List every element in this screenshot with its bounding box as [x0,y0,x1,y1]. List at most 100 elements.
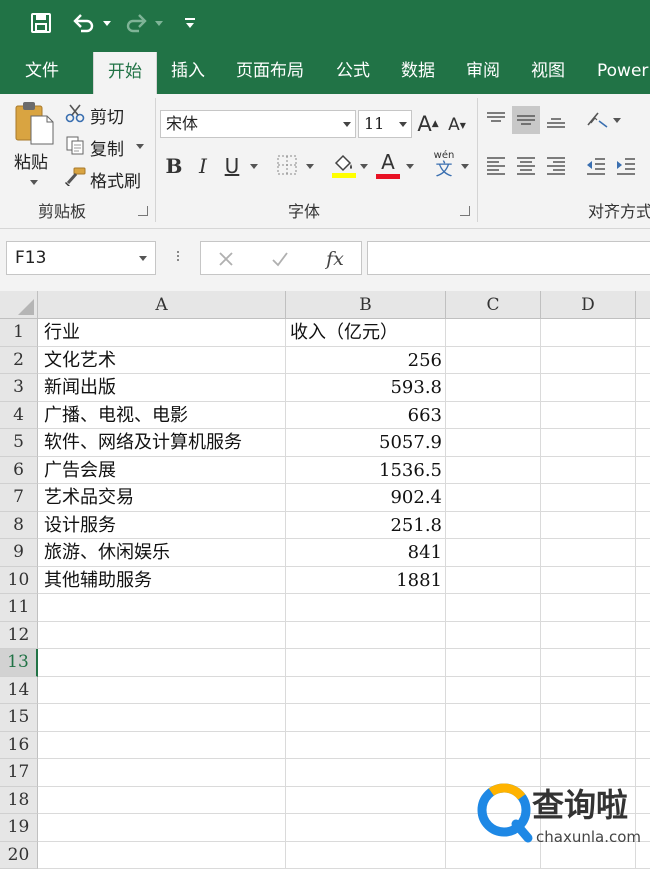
phonetic-guide-icon[interactable]: wén 文 [430,148,458,180]
format-painter-button[interactable]: 格式刷 [90,167,141,192]
middle-align-icon[interactable] [512,106,540,134]
cell-a[interactable]: 广播、电视、电影 [44,402,284,430]
increase-indent-icon[interactable] [614,154,638,178]
copy-dropdown-icon[interactable] [136,144,144,149]
save-icon[interactable] [28,10,54,36]
font-color-icon[interactable]: A [374,150,402,180]
cell-b[interactable]: 256 [286,347,442,375]
row-header[interactable]: 11 [0,594,38,622]
cell-b[interactable]: 841 [286,539,442,567]
copy-button[interactable]: 复制 [90,135,124,160]
align-right-icon[interactable] [544,154,568,178]
italic-button[interactable]: I [194,152,212,180]
tab-file[interactable]: 文件 [25,48,59,94]
column-header-a[interactable]: A [38,291,286,319]
format-painter-icon[interactable] [64,166,86,188]
copy-icon[interactable] [64,134,86,156]
align-center-icon[interactable] [514,154,538,178]
font-launcher-icon[interactable] [460,206,470,216]
scissors-icon[interactable] [64,102,86,124]
row-header[interactable]: 16 [0,732,38,760]
column-header-c[interactable]: C [446,291,541,319]
tab-page-layout[interactable]: 页面布局 [236,48,304,94]
column-header-d[interactable]: D [541,291,636,319]
formula-input[interactable] [367,241,650,275]
column-header-e[interactable] [636,291,650,319]
cancel-icon[interactable] [215,248,237,270]
borders-icon[interactable] [276,154,298,176]
row-header[interactable]: 14 [0,677,38,705]
bold-button[interactable]: B [164,152,184,180]
borders-dropdown-icon[interactable] [306,164,314,169]
cell-a[interactable]: 广告会展 [44,457,284,485]
row-header[interactable]: 17 [0,759,38,787]
cell-b[interactable]: 902.4 [286,484,442,512]
undo-icon[interactable] [70,10,98,36]
cell-a[interactable]: 文化艺术 [44,347,284,375]
row-header[interactable]: 8 [0,512,38,540]
font-color-dropdown-icon[interactable] [406,164,414,169]
row-header[interactable]: 5 [0,429,38,457]
tab-view[interactable]: 视图 [531,48,565,94]
clipboard-launcher-icon[interactable] [138,206,148,216]
cell-a[interactable]: 软件、网络及计算机服务 [44,429,284,457]
font-size-select[interactable]: 11 [358,110,412,138]
row-header[interactable]: 15 [0,704,38,732]
orientation-icon[interactable] [584,108,610,132]
grow-font-icon[interactable]: A▲ [416,110,440,138]
underline-dropdown-icon[interactable] [250,164,258,169]
drag-handle-icon[interactable] [176,249,180,269]
cell-b[interactable]: 663 [286,402,442,430]
cell-a[interactable]: 艺术品交易 [44,484,284,512]
insert-function-icon[interactable]: fx [323,246,347,272]
cell-a[interactable]: 其他辅助服务 [44,567,284,595]
cell-b[interactable]: 5057.9 [286,429,442,457]
column-header-b[interactable]: B [286,291,446,319]
cell-a[interactable]: 设计服务 [44,512,284,540]
row-header[interactable]: 2 [0,347,38,375]
row-header[interactable]: 12 [0,622,38,650]
row-header[interactable]: 20 [0,842,38,869]
cell-a[interactable]: 行业 [44,319,284,347]
paste-icon[interactable] [12,100,58,146]
cut-button[interactable]: 剪切 [90,103,124,128]
redo-dropdown-icon[interactable] [152,10,166,36]
bottom-align-icon[interactable] [544,108,568,132]
align-left-icon[interactable] [484,154,508,178]
cell-a[interactable]: 旅游、休闲娱乐 [44,539,284,567]
row-header[interactable]: 7 [0,484,38,512]
orientation-dropdown-icon[interactable] [613,118,621,123]
font-name-select[interactable]: 宋体 [160,110,356,138]
enter-icon[interactable] [269,248,291,270]
top-align-icon[interactable] [484,108,508,132]
tab-data[interactable]: 数据 [401,48,435,94]
row-header[interactable]: 19 [0,814,38,842]
row-header[interactable]: 9 [0,539,38,567]
paste-button[interactable]: 粘贴 [14,148,48,173]
row-header[interactable]: 13 [0,649,38,677]
cell-b[interactable]: 593.8 [286,374,442,402]
shrink-font-icon[interactable]: A▼ [446,112,468,138]
tab-review[interactable]: 审阅 [466,48,500,94]
cell-b[interactable]: 251.8 [286,512,442,540]
tab-power[interactable]: Power [597,48,648,94]
undo-dropdown-icon[interactable] [100,10,114,36]
row-header[interactable]: 1 [0,319,38,347]
fill-color-dropdown-icon[interactable] [360,164,368,169]
cell-b[interactable]: 收入（亿元） [290,319,446,347]
select-all-button[interactable] [0,291,38,319]
cell-b[interactable]: 1881 [286,567,442,595]
phonetic-dropdown-icon[interactable] [461,164,469,169]
row-header[interactable]: 6 [0,457,38,485]
underline-button[interactable]: U [222,152,242,180]
row-header[interactable]: 4 [0,402,38,430]
fill-color-icon[interactable] [330,150,358,180]
paste-dropdown-icon[interactable] [30,180,38,185]
cell-a[interactable]: 新闻出版 [44,374,284,402]
row-header[interactable]: 10 [0,567,38,595]
customize-toolbar-icon[interactable] [180,10,200,36]
row-header[interactable]: 18 [0,787,38,815]
tab-home[interactable]: 开始 [93,52,157,94]
cell-b[interactable]: 1536.5 [286,457,442,485]
tab-insert[interactable]: 插入 [171,48,205,94]
